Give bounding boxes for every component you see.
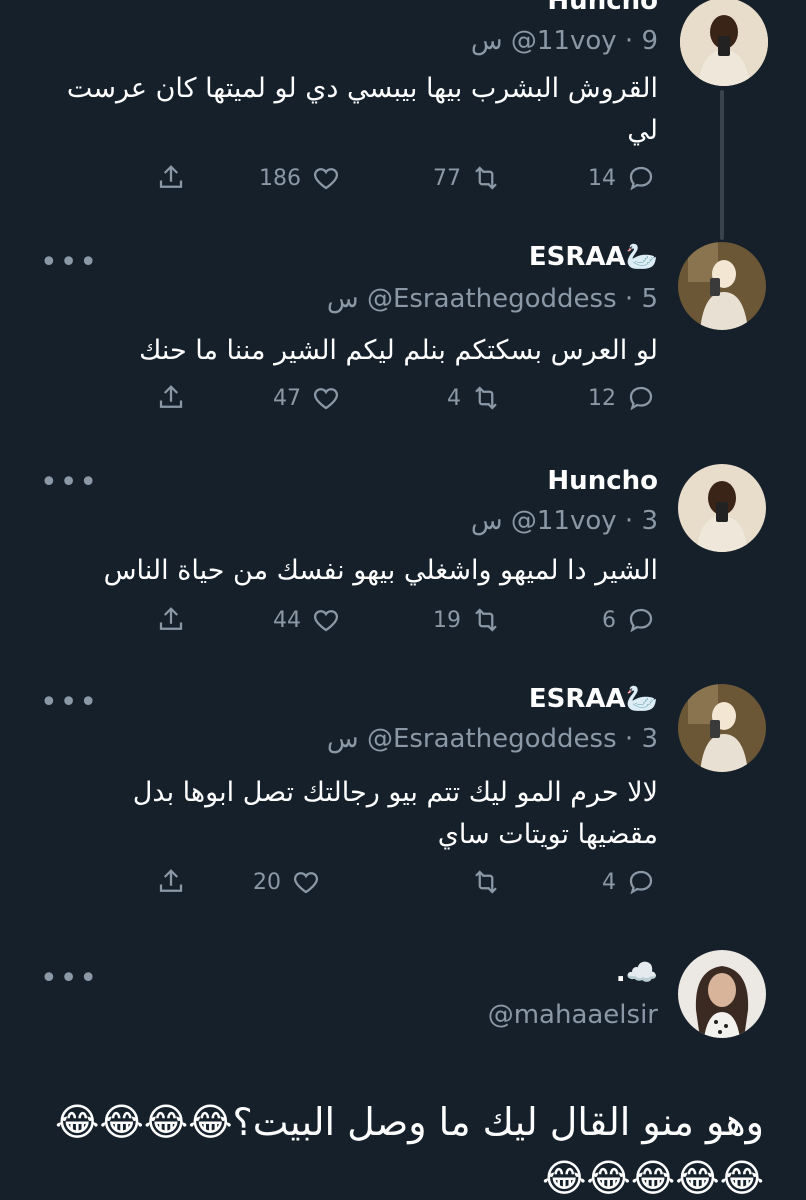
more-icon: ••• xyxy=(40,961,100,996)
more-icon: ••• xyxy=(40,245,100,280)
share-icon xyxy=(159,607,183,630)
tweet-thread-page: Huncho @11voy · 9 س القروش البشرب بيها ب… xyxy=(0,0,806,1200)
like-count: 186 xyxy=(259,165,301,191)
user-handle-line[interactable]: @11voy · 3 س xyxy=(471,506,658,536)
avatar-photo xyxy=(678,242,766,330)
user-handle: @11voy xyxy=(510,506,617,536)
tweet-text: لو العرس بسكتكم بنلم ليكم الشير مننا ما … xyxy=(139,335,658,366)
retweet-icon xyxy=(475,870,497,894)
reply-icon xyxy=(629,386,653,411)
separator-dot: · xyxy=(624,724,642,754)
avatar[interactable] xyxy=(678,242,766,330)
like-icon xyxy=(313,388,339,410)
tweet-text: لالا حرم المو ليك تتم بيو رجالتك تصل ابو… xyxy=(132,777,658,850)
avatar[interactable] xyxy=(680,0,768,86)
more-icon: ••• xyxy=(40,465,100,500)
user-handle-line[interactable]: @Esraathegoddess · 5 س xyxy=(327,284,658,314)
tweet-actions: 4 20 xyxy=(0,862,806,902)
reply-icon xyxy=(629,166,653,191)
more-options-button[interactable]: ••• xyxy=(40,248,99,278)
tweet[interactable]: ••• ESRAA🦢 @Esraathegoddess · 5 س لو الع… xyxy=(0,240,806,450)
share-button[interactable] xyxy=(156,862,186,902)
retweet-button[interactable]: 4 xyxy=(447,378,501,418)
user-name[interactable]: ESRAA🦢 xyxy=(529,242,658,272)
user-handle-line[interactable]: @11voy · 9 س xyxy=(471,26,658,56)
retweet-button[interactable] xyxy=(461,862,501,902)
retweet-count: 77 xyxy=(433,165,461,191)
tweet-actions: 6 19 44 xyxy=(0,600,806,640)
tweet-text: الشير دا لميهو واشغلي بيهو نفسك من حياة … xyxy=(103,555,658,586)
like-icon xyxy=(313,168,339,190)
more-options-button[interactable]: ••• xyxy=(40,688,99,718)
user-name[interactable]: Huncho xyxy=(547,466,658,496)
user-handle-line[interactable]: @Esraathegoddess · 3 س xyxy=(327,724,658,754)
like-button[interactable]: 186 xyxy=(259,158,341,198)
tweet-actions: 12 4 47 xyxy=(0,378,806,418)
retweet-icon xyxy=(475,166,497,190)
reply-button[interactable]: 12 xyxy=(588,378,656,418)
avatar-photo xyxy=(678,684,766,772)
share-button[interactable] xyxy=(156,158,186,198)
avatar-photo xyxy=(678,950,766,1038)
tweet[interactable]: ••• ESRAA🦢 @Esraathegoddess · 3 س لالا ح… xyxy=(0,680,806,920)
reply-button[interactable]: 4 xyxy=(602,862,656,902)
like-button[interactable]: 47 xyxy=(273,378,341,418)
retweet-button[interactable]: 19 xyxy=(433,600,501,640)
retweet-icon xyxy=(475,608,497,632)
author-name[interactable]: .☁️ xyxy=(616,958,658,988)
more-icon: ••• xyxy=(40,685,100,720)
share-icon xyxy=(159,869,183,892)
share-button[interactable] xyxy=(156,600,186,640)
retweet-count: 19 xyxy=(433,607,461,633)
share-icon xyxy=(159,385,183,408)
main-tweet[interactable]: ••• .☁️ @mahaaelsir وهو منو القال ليك ما… xyxy=(0,940,806,1200)
reply-count: 4 xyxy=(602,869,616,895)
tweet-text: القروش البشرب بيها بيبسي دي لو لميتها كا… xyxy=(66,73,658,146)
user-handle: @11voy xyxy=(510,26,617,56)
retweet-button[interactable]: 77 xyxy=(433,158,501,198)
avatar-photo xyxy=(680,0,768,86)
reply-count: 12 xyxy=(588,385,616,411)
user-name[interactable]: ESRAA🦢 xyxy=(529,684,658,714)
user-handle: @Esraathegoddess xyxy=(366,284,617,314)
reply-icon xyxy=(629,608,653,633)
tweet-actions: 14 77 186 xyxy=(0,158,806,198)
like-icon xyxy=(313,610,339,632)
like-button[interactable]: 44 xyxy=(273,600,341,640)
reply-icon xyxy=(629,870,653,895)
like-icon xyxy=(293,872,319,894)
reply-count: 14 xyxy=(588,165,616,191)
avatar-photo xyxy=(678,464,766,552)
main-tweet-text: وهو منو القال ليك ما وصل البيت؟😂😂😂😂😂😂😂😂😂 xyxy=(54,1100,764,1200)
tweet[interactable]: ••• Huncho @11voy · 3 س الشير دا لميهو و… xyxy=(0,460,806,680)
separator-dot: · xyxy=(624,26,642,56)
like-count: 47 xyxy=(273,385,301,411)
author-handle[interactable]: @mahaaelsir xyxy=(488,1000,658,1030)
like-button[interactable]: 20 xyxy=(253,862,321,902)
retweet-icon xyxy=(475,386,497,410)
avatar[interactable] xyxy=(678,684,766,772)
like-count: 44 xyxy=(273,607,301,633)
reply-button[interactable]: 14 xyxy=(588,158,656,198)
share-button[interactable] xyxy=(156,378,186,418)
reply-button[interactable]: 6 xyxy=(602,600,656,640)
more-options-button[interactable]: ••• xyxy=(40,964,99,994)
reply-count: 6 xyxy=(602,607,616,633)
share-icon xyxy=(159,165,183,188)
avatar[interactable] xyxy=(678,464,766,552)
user-name[interactable]: Huncho xyxy=(547,0,658,16)
separator-dot: · xyxy=(624,506,642,536)
user-handle: @Esraathegoddess xyxy=(366,724,617,754)
tweet[interactable]: Huncho @11voy · 9 س القروش البشرب بيها ب… xyxy=(0,0,806,220)
retweet-count: 4 xyxy=(447,385,461,411)
like-count: 20 xyxy=(253,869,281,895)
more-options-button[interactable]: ••• xyxy=(40,468,99,498)
avatar[interactable] xyxy=(678,950,766,1038)
separator-dot: · xyxy=(624,284,642,314)
